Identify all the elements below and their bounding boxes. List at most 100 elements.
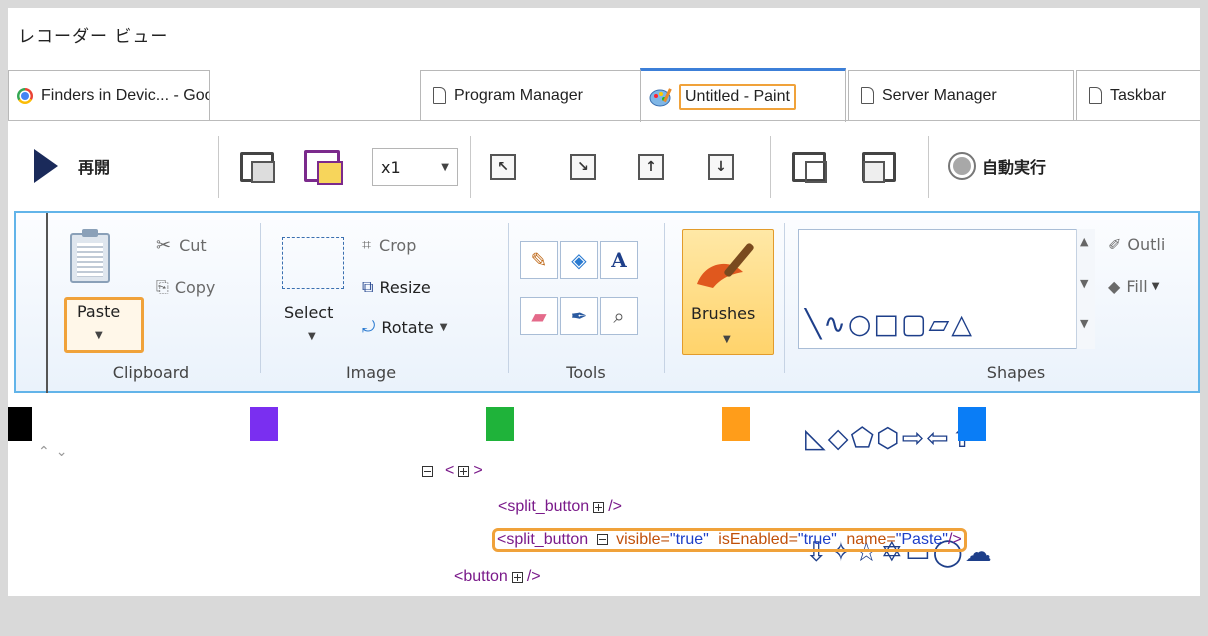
auto-run-toggle[interactable]: 自動実行	[948, 152, 1046, 180]
tree-node-split-button[interactable]: <split_button />	[498, 498, 622, 516]
arrow-down-icon: ↓	[708, 154, 734, 180]
tree-root-close: >	[473, 462, 483, 479]
move-up-left-button[interactable]: ↖	[490, 154, 516, 180]
attr-visible-value: "true"	[669, 531, 709, 548]
capture-window-button[interactable]	[240, 152, 275, 183]
step-in-button[interactable]	[792, 152, 827, 183]
tab-taskbar[interactable]: Taskbar	[1076, 70, 1200, 120]
arrow-up-left-icon: ↖	[490, 154, 516, 180]
selected-node-highlight: <split_button visible="true" isEnabled="…	[492, 528, 967, 552]
fill-bucket-icon: ◈	[571, 248, 587, 272]
expand-icon[interactable]	[511, 571, 523, 583]
shapes-gallery[interactable]: ╲∿○□▢▱△ ◺◇⬠⬡⇨⇦⇧ ⇩✧☆✡▭◯☁	[798, 229, 1094, 568]
color-swatch-black[interactable]	[8, 407, 32, 441]
brushes-label: Brushes	[691, 304, 756, 323]
move-up-button[interactable]: ↑	[638, 154, 664, 180]
chevron-down-icon: ▼	[439, 321, 448, 333]
move-down-right-button[interactable]: ↘	[570, 154, 596, 180]
tab-paint[interactable]: Untitled - Paint	[640, 68, 846, 122]
tree-tag: <button	[454, 568, 508, 585]
resize-icon: ⧉	[362, 277, 374, 296]
paint-icon	[649, 86, 673, 108]
chevron-down-icon: ▼	[95, 330, 103, 341]
select-button[interactable]: Select	[284, 303, 333, 322]
collapse-icon[interactable]	[596, 534, 608, 546]
crop-label: Crop	[379, 235, 417, 255]
tab-gap	[210, 70, 418, 120]
selection-icon	[282, 237, 344, 289]
tree-tag-close: />	[947, 531, 962, 548]
eraser-tool-button[interactable]: ▰	[520, 297, 558, 335]
resize-button[interactable]: ⧉ Resize	[362, 277, 431, 297]
capture-region-icon	[304, 150, 343, 185]
shapes-gallery-scrollbar[interactable]: ▲ ▼ ▼	[1076, 229, 1095, 349]
recorder-toolbar: 再開 x1 ▼ ↖ ↘ ↑ ↓ 自動実行	[8, 126, 1200, 206]
resize-label: Resize	[379, 277, 431, 297]
crop-button[interactable]: ⌗ Crop	[362, 235, 416, 255]
expand-gallery-icon: ▼	[1080, 317, 1089, 330]
eyedropper-icon: ✒	[570, 304, 588, 328]
chevron-down-icon: ▼	[1151, 281, 1160, 292]
color-swatch-purple[interactable]	[250, 407, 278, 441]
fill-label: Fill	[1126, 277, 1148, 296]
pencil-tool-button[interactable]: ✎	[520, 241, 558, 279]
brushes-button[interactable]: Brushes ▼	[682, 229, 774, 355]
text-tool-button[interactable]: A	[600, 241, 638, 279]
resume-button[interactable]: 再開	[34, 148, 110, 184]
rotate-button[interactable]: ⤾ Rotate ▼	[362, 317, 447, 337]
paste-button[interactable]: Paste ▼	[64, 297, 144, 353]
copy-button[interactable]: ⎘ Copy	[156, 277, 215, 297]
toolbar-divider	[770, 136, 771, 198]
attr-name-name: name=	[846, 531, 896, 548]
copy-icon: ⎘	[156, 277, 169, 296]
tree-tag: <split_button	[498, 498, 590, 515]
expand-icon[interactable]	[593, 501, 605, 513]
tree-tag: <split_button	[497, 531, 589, 548]
tree-node-paste-split-button[interactable]: <split_button visible="true" isEnabled="…	[492, 528, 967, 552]
expand-icon[interactable]	[458, 465, 470, 477]
tree-root-node[interactable]: < >	[418, 462, 483, 480]
tab-label: Program Manager	[454, 86, 583, 104]
document-icon	[433, 87, 446, 104]
speed-select[interactable]: x1 ▼	[372, 148, 458, 186]
shapes-group-label: Shapes	[986, 363, 1046, 382]
rotate-label: Rotate	[381, 317, 434, 337]
fill-tool-button[interactable]: ◈	[560, 241, 598, 279]
tab-program-manager[interactable]: Program Manager	[420, 70, 642, 120]
toolbar-divider	[218, 136, 219, 198]
tools-group-label: Tools	[566, 363, 606, 382]
capture-region-button[interactable]	[304, 150, 343, 185]
tab-chrome[interactable]: Finders in Devic... - Google Chrome	[8, 70, 210, 120]
chevron-down-icon: ▼	[723, 334, 731, 345]
text-icon: A	[611, 248, 627, 272]
color-swatch-green[interactable]	[486, 407, 514, 441]
radio-icon	[948, 152, 976, 180]
outline-button[interactable]: ✐ Outli	[1108, 235, 1165, 254]
attr-name-value: "Paste"	[895, 531, 948, 548]
step-out-button[interactable]	[862, 152, 896, 183]
tab-label: Finders in Devic... - Google Chrome	[41, 86, 209, 104]
tab-server-manager[interactable]: Server Manager	[848, 70, 1074, 120]
collapse-expand-icons[interactable]: ⌃⌄	[38, 444, 73, 460]
fill-button[interactable]: ◆ Fill ▼	[1108, 277, 1159, 296]
shapes-row: ╲∿○□▢▱△	[805, 309, 974, 340]
chevron-down-icon: ▼	[1080, 277, 1089, 290]
color-swatch-orange[interactable]	[722, 407, 750, 441]
magnifier-button[interactable]: ⌕	[600, 297, 638, 335]
resume-label: 再開	[78, 158, 111, 177]
ribbon-group-divider	[508, 223, 509, 373]
move-down-button[interactable]: ↓	[708, 154, 734, 180]
document-icon	[1089, 87, 1102, 104]
toolbar-divider	[928, 136, 929, 198]
clipboard-icon	[70, 229, 110, 283]
collapse-icon[interactable]	[422, 465, 433, 477]
brush-icon	[697, 243, 754, 288]
chevron-down-icon: ▼	[308, 331, 316, 342]
chevron-up-icon: ▲	[1080, 235, 1089, 248]
paste-label: Paste	[77, 302, 121, 321]
color-swatch-blue[interactable]	[958, 407, 986, 441]
tree-node-button[interactable]: <button />	[454, 568, 541, 586]
cut-button[interactable]: ✂ Cut	[156, 235, 207, 256]
color-picker-button[interactable]: ✒	[560, 297, 598, 335]
tree-tag-close: />	[608, 498, 622, 515]
